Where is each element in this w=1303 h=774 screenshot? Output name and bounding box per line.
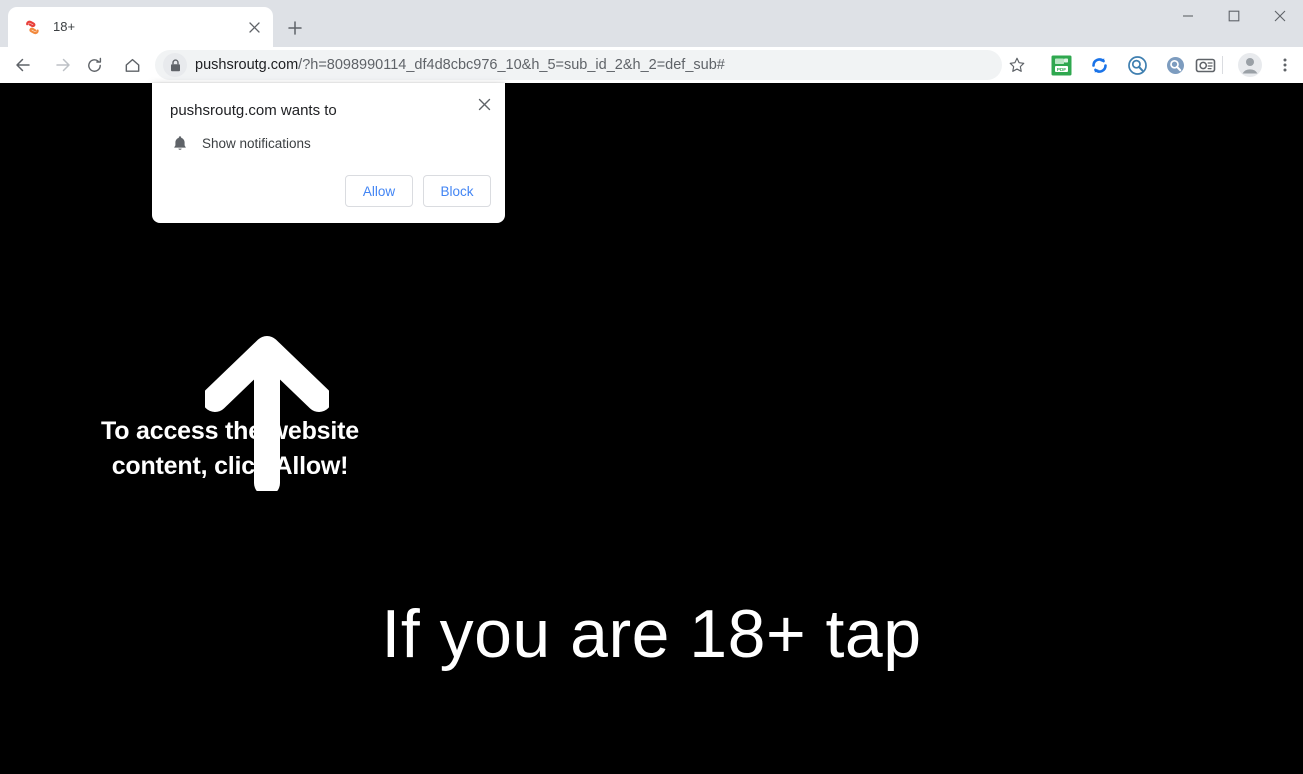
avatar-icon — [1238, 53, 1262, 77]
green-document-extension-icon[interactable]: PDF — [1048, 52, 1074, 78]
close-window-button[interactable] — [1257, 0, 1303, 32]
screenshot-camera-extension-icon[interactable] — [1192, 52, 1218, 78]
back-button[interactable] — [7, 49, 39, 81]
magnifier-filled-extension-icon[interactable] — [1162, 52, 1188, 78]
lock-icon[interactable] — [163, 53, 187, 77]
title-bar: 18+ — [0, 0, 1303, 47]
instruction-line-2: content, click Allow! — [111, 452, 349, 480]
star-icon — [1009, 57, 1025, 72]
svg-text:PDF: PDF — [1056, 66, 1065, 71]
window-controls — [1165, 0, 1303, 32]
minimize-icon — [1183, 15, 1193, 17]
url-path: /?h=8098990114_df4d8cbc976_10&h_5=sub_id… — [298, 57, 725, 73]
dialog-block-button[interactable]: Block — [423, 175, 491, 207]
url-host: pushsroutg.com — [195, 57, 299, 73]
toolbar-divider — [1222, 56, 1223, 74]
reload-icon — [87, 57, 101, 72]
page-headline: If you are 18+ tap — [381, 596, 922, 672]
maximize-button[interactable] — [1211, 0, 1257, 32]
notification-permission-dialog: pushsroutg.com wants to Show notificatio… — [152, 83, 505, 223]
plus-icon — [288, 21, 302, 35]
maximize-icon — [1228, 10, 1240, 22]
site-favicon — [24, 19, 41, 36]
permission-label: Show notifications — [202, 135, 311, 151]
browser-toolbar: pushsroutg.com/?h=8098990114_df4d8cbc976… — [0, 47, 1303, 83]
instruction-text: To access the website content, click All… — [40, 414, 420, 484]
new-tab-button[interactable] — [282, 15, 308, 41]
close-icon — [478, 98, 490, 110]
three-dot-menu-icon — [1283, 58, 1287, 72]
reload-button[interactable] — [78, 49, 110, 81]
browser-window: 18+ pushsroutg.com/?h=8098990114_df4d8cb… — [0, 0, 1303, 774]
dialog-title: pushsroutg.com wants to — [170, 102, 337, 119]
instruction-line-1: To access the website — [101, 417, 359, 445]
browser-tab[interactable]: 18+ — [8, 7, 273, 47]
forward-button — [47, 49, 79, 81]
tab-title: 18+ — [53, 19, 76, 34]
arrow-right-icon — [56, 58, 70, 72]
close-icon — [1274, 10, 1286, 22]
dialog-allow-button[interactable]: Allow — [345, 175, 413, 207]
address-bar[interactable]: pushsroutg.com/?h=8098990114_df4d8cbc976… — [155, 50, 1002, 80]
dialog-actions: Allow Block — [345, 175, 491, 207]
home-icon — [125, 58, 139, 72]
profile-avatar[interactable] — [1236, 51, 1264, 79]
address-bar-url: pushsroutg.com/?h=8098990114_df4d8cbc976… — [195, 50, 725, 80]
magnifier-outline-extension-icon[interactable] — [1124, 52, 1150, 78]
dialog-close-button[interactable] — [471, 91, 497, 117]
close-tab-icon[interactable] — [245, 18, 263, 36]
blue-sync-extension-icon[interactable] — [1086, 52, 1112, 78]
bell-icon — [170, 133, 190, 153]
arrow-left-icon — [16, 58, 30, 72]
bookmark-button[interactable] — [1002, 50, 1032, 80]
minimize-button[interactable] — [1165, 0, 1211, 32]
home-button[interactable] — [116, 49, 148, 81]
chrome-menu-button[interactable] — [1272, 51, 1298, 79]
permission-request-row: Show notifications — [170, 133, 311, 153]
